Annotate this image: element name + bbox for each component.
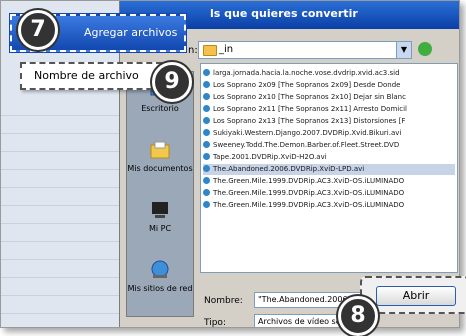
- file-item[interactable]: Los Soprano 2x09 [The Sopranos 2x09] Des…: [203, 80, 455, 91]
- video-file-icon: [203, 93, 210, 100]
- back-icon[interactable]: [418, 42, 432, 56]
- filename-menu-label: Nombre de archivo: [34, 69, 139, 82]
- file-list[interactable]: larga.jornada.hacia.la.noche.vose.dvdrip…: [200, 63, 458, 273]
- place-label: Mis sitios de red: [127, 284, 193, 293]
- chevron-down-icon[interactable]: ▼: [396, 42, 411, 58]
- file-item[interactable]: Sweeney.Todd.The.Demon.Barber.of.Fleet.S…: [203, 140, 455, 151]
- list-row: [1, 151, 121, 170]
- open-button[interactable]: Abrir: [376, 286, 456, 306]
- video-file-icon: [203, 69, 210, 76]
- look-in-value: _in: [219, 44, 234, 55]
- list-row: [1, 133, 121, 152]
- places-bar: Escritorio Mis documentos Mi PC Mis siti…: [126, 71, 194, 317]
- file-item-selected[interactable]: The.Abandoned.2006.DVDRip.XviD-LPD.avi: [203, 164, 455, 175]
- type-label: Tipo:: [204, 318, 226, 328]
- video-file-icon: [203, 153, 210, 160]
- file-item[interactable]: The.Green.Mile.1999.DVDRip.AC3.XviD-OS.i…: [203, 188, 455, 199]
- dialog-title: ls que quieres convertir: [210, 7, 358, 20]
- list-row: [1, 205, 121, 224]
- place-computer[interactable]: Mi PC: [127, 194, 193, 250]
- folder-icon: [203, 45, 217, 56]
- list-row: [1, 187, 121, 206]
- video-file-icon: [203, 189, 210, 196]
- place-label: Escritorio: [141, 104, 179, 113]
- video-file-icon: [203, 141, 210, 148]
- video-file-icon: [203, 177, 210, 184]
- list-row: [1, 277, 121, 296]
- list-row: [1, 115, 121, 134]
- video-file-icon: [203, 117, 210, 124]
- file-item[interactable]: The.Green.Mile.1999.DVDRip.AC3.XviD-OS.i…: [203, 200, 455, 211]
- list-row: [1, 295, 121, 314]
- place-network[interactable]: Mis sitios de red: [127, 254, 193, 310]
- filename-label: Nombre:: [204, 296, 243, 306]
- add-files-label: Agregar archivos: [84, 26, 178, 39]
- file-item[interactable]: Los Soprano 2x10 [The Sopranos 2x10] Dej…: [203, 92, 455, 103]
- file-item[interactable]: Sukiyaki.Western.Django.2007.DVDRip.Xvid…: [203, 128, 455, 139]
- filename-menu-item[interactable]: Nombre de archivo: [20, 62, 162, 90]
- video-file-icon: [203, 129, 210, 136]
- documents-icon: [150, 141, 170, 159]
- step-badge-8: 8: [338, 296, 378, 336]
- place-label: Mis documentos: [127, 164, 193, 173]
- list-row: [1, 169, 121, 188]
- file-item[interactable]: The.Green.Mile.1999.DVDRip.AC3.XviD-OS.i…: [203, 176, 455, 187]
- video-file-icon: [203, 165, 210, 172]
- file-item[interactable]: Los Soprano 2x11 [The Sopranos 2x11] Arr…: [203, 104, 455, 115]
- file-item[interactable]: Los Soprano 2x13 [The Sopranos 2x13] Dis…: [203, 116, 455, 127]
- list-row: [1, 97, 121, 116]
- step-badge-9: 9: [152, 62, 192, 102]
- network-icon: [151, 260, 169, 278]
- place-label: Mi PC: [148, 224, 172, 233]
- list-row: [1, 241, 121, 260]
- look-in-combo[interactable]: _in ▼: [198, 41, 412, 59]
- file-item[interactable]: larga.jornada.hacia.la.noche.vose.dvdrip…: [203, 68, 455, 79]
- video-file-icon: [203, 81, 210, 88]
- video-file-icon: [203, 201, 210, 208]
- file-item[interactable]: Tape.2001.DVDRip.XviD-H2O.avi: [203, 152, 455, 163]
- look-in-label: n:: [188, 45, 198, 56]
- step-badge-7: 7: [18, 10, 58, 50]
- video-file-icon: [203, 105, 210, 112]
- computer-icon: [152, 202, 168, 218]
- list-row: [1, 259, 121, 278]
- list-row: [1, 223, 121, 242]
- place-documents[interactable]: Mis documentos: [127, 134, 193, 190]
